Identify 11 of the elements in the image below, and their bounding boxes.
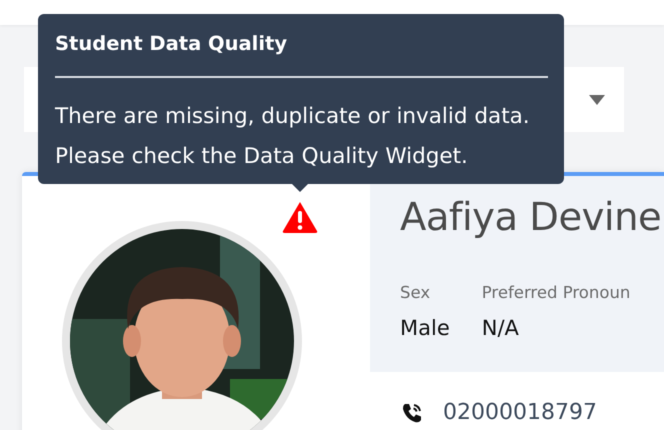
tooltip-text: There are missing, duplicate or invalid data. <box>55 103 530 131</box>
field-value: N/A <box>482 315 520 341</box>
field-value: Male <box>400 315 450 341</box>
tooltip-title: Student Data Quality <box>55 31 288 57</box>
phone-icon <box>401 402 423 424</box>
tooltip-text: Please check the Data Quality Widget. <box>55 143 468 171</box>
field-label: Preferred Pronoun <box>482 282 630 304</box>
phone-number[interactable]: 02000018797 <box>443 400 597 425</box>
field-label: Sex <box>400 282 432 304</box>
warning-icon[interactable] <box>282 201 318 233</box>
student-name: Aafiya Devine <box>400 195 662 241</box>
